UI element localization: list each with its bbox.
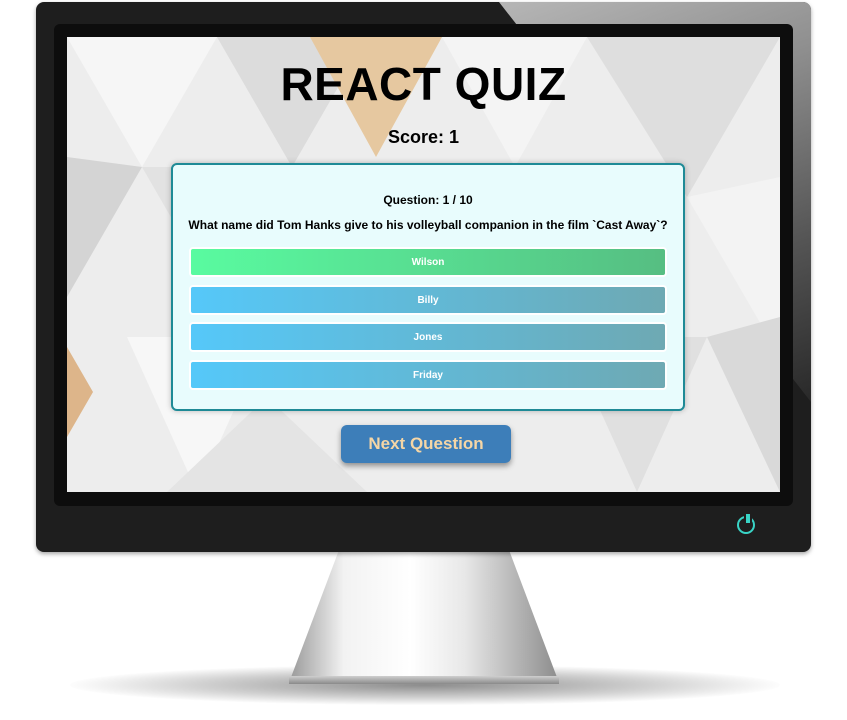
question-text: What name did Tom Hanks give to his voll… [188,218,668,232]
monitor-stand [290,552,558,680]
answer-button-wilson[interactable]: Wilson [189,247,667,277]
monitor-frame: REACT QUIZ Score: 1 Question: 1 / 10 Wha… [36,2,811,552]
app-screen: REACT QUIZ Score: 1 Question: 1 / 10 Wha… [67,37,780,492]
score-display: Score: 1 [387,127,460,147]
page-title: REACT QUIZ [280,58,567,110]
answer-button-friday[interactable]: Friday [189,360,667,390]
monitor-base [289,676,559,684]
answer-button-jones[interactable]: Jones [189,322,667,352]
question-counter: Question: 1 / 10 [383,193,473,207]
question-card: Question: 1 / 10 What name did Tom Hanks… [171,163,685,411]
power-icon[interactable] [737,514,755,534]
next-question-button[interactable]: Next Question [341,425,511,463]
answer-button-billy[interactable]: Billy [189,285,667,315]
